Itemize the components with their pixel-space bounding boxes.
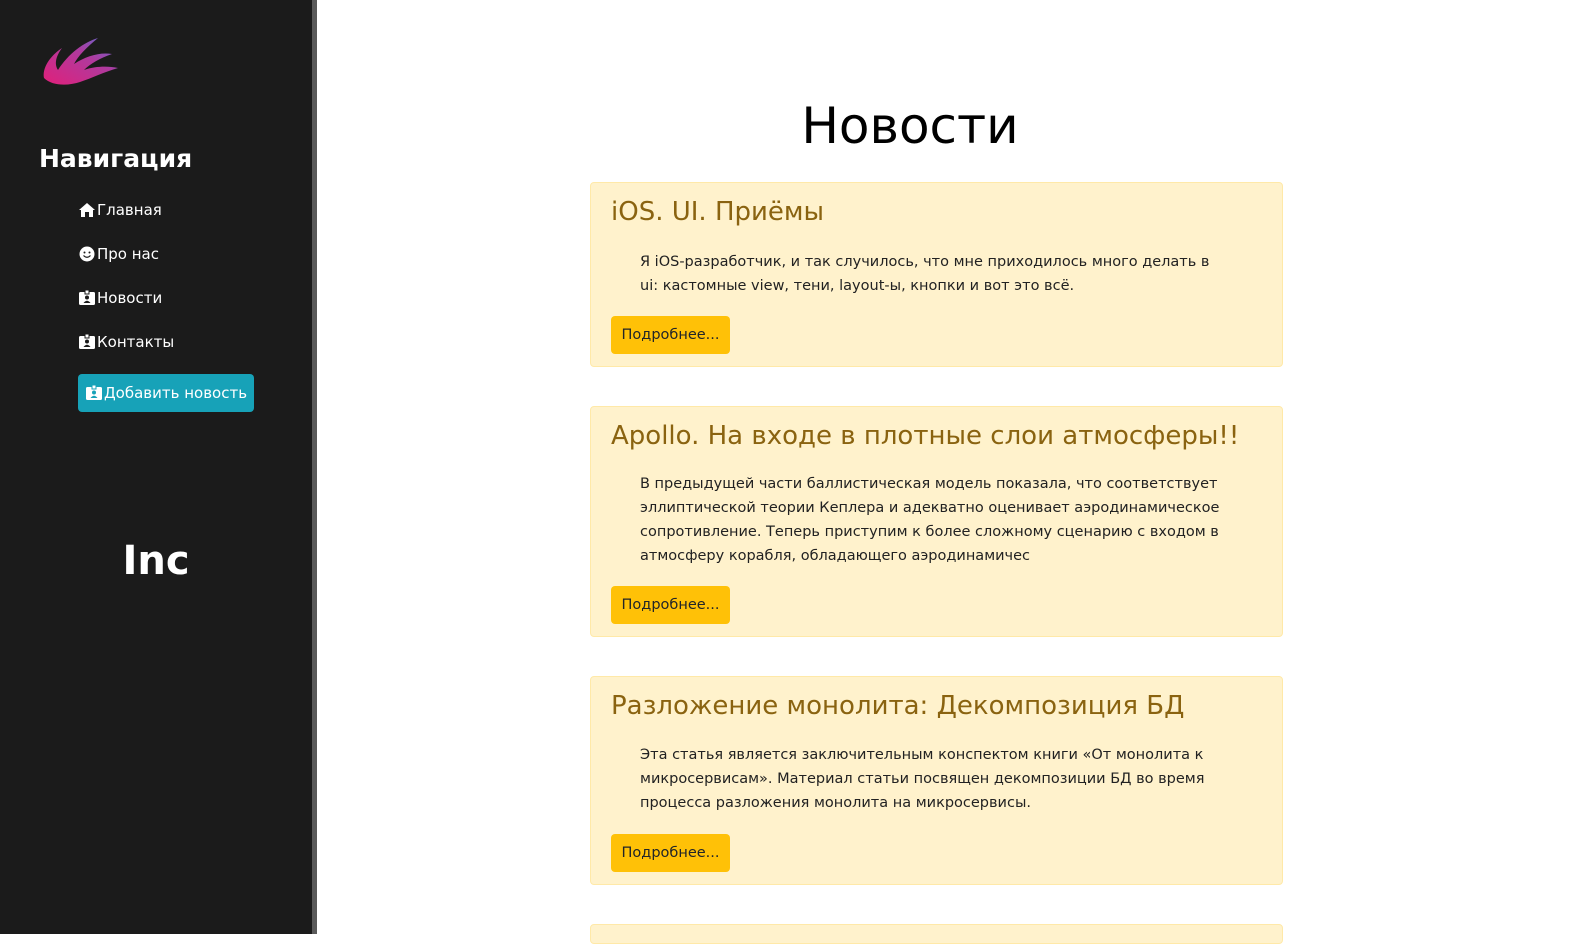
nav-item-contacts[interactable]: Контакты: [78, 330, 174, 354]
news-card-excerpt: Эта статья является заключительным консп…: [640, 747, 1205, 811]
nav-item-home[interactable]: Главная: [78, 198, 174, 222]
nav-item-about[interactable]: Про нас: [78, 242, 174, 266]
nav-item-label: Главная: [97, 201, 162, 219]
bird-wing-logo-icon: [43, 38, 119, 85]
news-card-title: Apollo. На входе в плотные слои атмосфер…: [611, 421, 1240, 451]
read-more-button[interactable]: Подробнее...: [611, 834, 730, 872]
home-icon: [78, 201, 96, 219]
main-content: Новости iOS. UI. Приёмы Я iOS-разработчи…: [317, 0, 1583, 944]
news-card: iOS. UI. Приёмы Я iOS-разработчик, и так…: [590, 182, 1283, 367]
brand-text: Inc: [122, 538, 190, 584]
nav-heading: Навигация: [39, 144, 193, 173]
nav-list: Главная Про нас Новости Контакты: [78, 198, 174, 374]
page-title: Новости: [801, 97, 1019, 155]
news-card-excerpt: В предыдущей части баллистическая модель…: [640, 476, 1220, 564]
news-card: Разложение монолита: Декомпозиция БД Эта…: [590, 676, 1283, 885]
add-news-button[interactable]: Добавить новость: [78, 374, 254, 412]
news-card: Apollo. На входе в плотные слои атмосфер…: [590, 406, 1283, 637]
id-badge-icon: [78, 289, 96, 307]
nav-item-label: Новости: [97, 289, 163, 307]
smiley-icon: [78, 245, 96, 263]
news-card-title: Разложение монолита: Декомпозиция БД: [611, 691, 1185, 721]
news-card-excerpt: Я iOS-разработчик, и так случилось, что …: [640, 254, 1210, 294]
id-badge-icon: [78, 333, 96, 351]
nav-item-news[interactable]: Новости: [78, 286, 174, 310]
read-more-button[interactable]: Подробнее...: [611, 586, 730, 624]
news-card-partial: [590, 924, 1283, 944]
logo[interactable]: [40, 34, 120, 88]
id-badge-icon: [85, 384, 103, 402]
news-card-title: iOS. UI. Приёмы: [611, 197, 825, 227]
sidebar: Навигация Главная Про нас Новости Контак…: [0, 0, 317, 934]
nav-item-label: Про нас: [97, 245, 159, 263]
read-more-button[interactable]: Подробнее...: [611, 316, 730, 354]
add-news-label: Добавить новость: [103, 384, 248, 402]
nav-item-label: Контакты: [97, 333, 175, 351]
